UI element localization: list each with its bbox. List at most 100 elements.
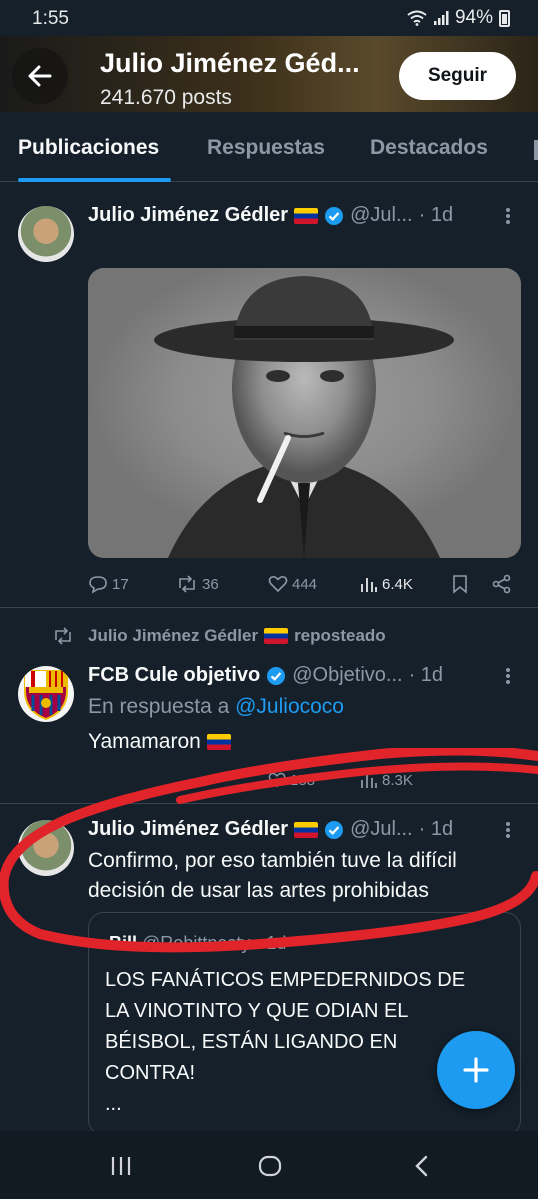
repost-icon <box>55 627 71 645</box>
avatar[interactable] <box>18 820 74 876</box>
profile-header: Julio Jiménez Géd... 241.670 posts Segui… <box>0 36 538 112</box>
recent-apps-button[interactable] <box>106 1153 136 1179</box>
avatar[interactable] <box>18 206 74 262</box>
system-nav-bar <box>0 1131 538 1199</box>
signal-icon <box>433 11 449 25</box>
quoted-tweet-time: · 1d <box>255 933 287 953</box>
tab-overflow[interactable] <box>534 140 538 160</box>
profile-tabs: Publicaciones Respuestas Destacados <box>0 112 538 182</box>
recent-apps-icon <box>111 1157 131 1175</box>
tweet-text: Yamamaron <box>88 727 231 757</box>
reply-count: 17 <box>112 575 129 593</box>
more-options-icon[interactable] <box>506 666 512 686</box>
quoted-author-handle: @Robittnasty <box>142 933 251 953</box>
status-time: 1:55 <box>32 8 69 29</box>
repost-icon <box>179 575 195 593</box>
reply-icon <box>89 576 107 594</box>
venezuela-flag-icon <box>294 207 319 224</box>
like-count: 158 <box>290 771 316 789</box>
quoted-tweet-text: LOS FANÁTICOS EMPEDERNIDOS DE LA VINOTIN… <box>105 965 505 1120</box>
repost-count: 36 <box>202 575 219 593</box>
compose-button[interactable] <box>437 1031 515 1109</box>
man-with-hat-image <box>88 268 521 558</box>
reply-mention-link[interactable]: @Juliococo <box>235 695 344 718</box>
battery-icon <box>499 9 510 27</box>
tweet-time: · 1d <box>418 818 454 840</box>
quoted-author-name: Bill <box>109 933 138 953</box>
author-handle: @Jul... <box>350 204 413 226</box>
heart-icon <box>268 772 286 788</box>
tweet-text-content: Yamamaron <box>88 730 201 753</box>
quoted-text-line: LOS FANÁTICOS EMPEDERNIDOS DE <box>105 969 466 991</box>
venezuela-flag-icon <box>264 628 289 644</box>
tab-destacados[interactable]: Destacados <box>370 136 488 160</box>
views-button[interactable]: 6.4K <box>360 575 452 593</box>
views-count: 6.4K <box>382 575 413 593</box>
profile-name: Julio Jiménez Géd... <box>100 48 360 78</box>
battery-percent: 94% <box>454 7 493 28</box>
heart-icon <box>268 576 288 593</box>
status-bar: 1:55 94% <box>0 0 538 36</box>
tweet-author-line: FCB Cule objetivo @Objetivo... · 1d <box>88 664 443 687</box>
views-button[interactable]: 8.3K <box>360 771 452 789</box>
tab-respuestas[interactable]: Respuestas <box>207 136 325 160</box>
tweet-divider <box>0 803 538 804</box>
author-handle: @Jul... <box>350 818 413 840</box>
home-button[interactable] <box>255 1153 285 1179</box>
status-icons: 94% <box>407 7 510 29</box>
reply-prefix: En respuesta a <box>88 695 230 718</box>
views-count: 8.3K <box>382 771 413 789</box>
share-icon <box>492 574 511 594</box>
tweet-actions: 158 8.3K <box>88 768 518 792</box>
tweet-text-line-2: decisión de usar las artes prohibidas <box>88 879 429 902</box>
like-button[interactable]: 444 <box>268 574 360 594</box>
views-icon <box>361 774 377 788</box>
arrow-left-icon <box>28 65 52 87</box>
active-tab-indicator <box>18 178 171 182</box>
verified-badge-icon <box>267 666 286 685</box>
verified-badge-icon <box>325 206 344 225</box>
tweet-actions: 17 36 444 6.4K <box>88 572 518 596</box>
tweet-image[interactable] <box>88 268 521 558</box>
reply-button[interactable]: 17 <box>88 574 176 594</box>
more-options-icon[interactable] <box>506 820 512 840</box>
reposter-name[interactable]: Julio Jiménez Gédler <box>88 626 258 646</box>
plus-icon <box>463 1057 489 1083</box>
quoted-tweet-header: Bill @Robittnasty · 1d <box>109 933 286 954</box>
tweet-divider <box>0 607 538 608</box>
home-icon <box>258 1155 282 1177</box>
venezuela-flag-icon <box>294 821 319 838</box>
more-options-icon[interactable] <box>506 206 512 226</box>
chevron-left-icon <box>415 1155 428 1177</box>
back-nav-button[interactable] <box>407 1153 437 1179</box>
verified-badge-icon <box>325 820 344 839</box>
like-button[interactable]: 158 <box>268 771 360 789</box>
back-button[interactable] <box>12 48 68 104</box>
quoted-text-line: LA VINOTINTO Y QUE ODIAN EL <box>105 1000 409 1022</box>
bookmark-icon <box>453 575 467 594</box>
bookmark-button[interactable] <box>452 574 492 594</box>
fcb-crest-icon <box>24 670 68 721</box>
venezuela-flag-icon <box>206 734 231 751</box>
author-handle: @Objetivo... <box>292 664 403 686</box>
reply-context: En respuesta a @Juliococo <box>88 692 344 722</box>
wifi-icon <box>407 10 427 26</box>
views-icon <box>361 578 377 592</box>
posts-count: 241.670 posts <box>100 86 232 109</box>
like-count: 444 <box>292 575 318 593</box>
repost-indicator: Julio Jiménez Gédler reposteado <box>52 626 386 646</box>
tab-publicaciones[interactable]: Publicaciones <box>18 136 159 160</box>
tweet-text-line-1: Confirmo, por eso también tuve la difíci… <box>88 849 457 872</box>
author-name[interactable]: Julio Jiménez Gédler <box>88 204 288 227</box>
tweet-time: · 1d <box>408 664 444 686</box>
tweet-author-line: Julio Jiménez Gédler @Jul... · 1d <box>88 204 453 227</box>
repost-suffix: reposteado <box>294 626 386 645</box>
repost-button[interactable]: 36 <box>176 574 268 594</box>
avatar[interactable] <box>18 666 74 722</box>
follow-button[interactable]: Seguir <box>399 52 516 100</box>
share-button[interactable] <box>492 574 512 594</box>
author-name[interactable]: FCB Cule objetivo <box>88 664 260 687</box>
author-name[interactable]: Julio Jiménez Gédler <box>88 818 288 841</box>
tweet-author-line: Julio Jiménez Gédler @Jul... · 1d <box>88 818 453 841</box>
tweet-time: · 1d <box>418 204 454 226</box>
